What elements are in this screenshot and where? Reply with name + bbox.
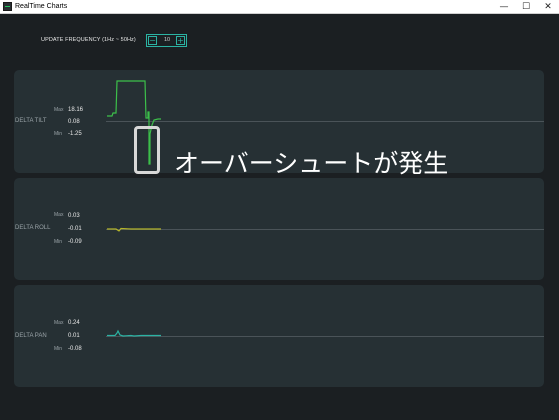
overshoot-marker (134, 126, 160, 174)
current-value: 0.01 (68, 333, 80, 339)
window-title: RealTime Charts (15, 3, 68, 10)
delta-pan-chart (107, 329, 161, 337)
title-bar: RealTime Charts — ☐ ✕ (0, 0, 559, 14)
max-value: 0.03 (68, 213, 80, 219)
min-label: Min (54, 131, 63, 137)
current-value: 0.08 (68, 119, 80, 125)
baseline (106, 121, 544, 122)
min-label: Min (54, 346, 63, 352)
close-button[interactable]: ✕ (537, 0, 559, 14)
app-icon (3, 2, 12, 11)
max-value: 18.16 (68, 107, 84, 113)
max-value: 0.24 (68, 320, 80, 326)
delta-pan-series (107, 329, 161, 337)
delta-pan-label: DELTA PAN (15, 333, 47, 339)
max-label: Max (54, 212, 64, 218)
delta-roll-series (107, 227, 161, 232)
increment-button[interactable]: + (176, 36, 185, 45)
frequency-stepper: − 10 + (146, 34, 187, 47)
current-value: -0.01 (68, 226, 82, 232)
delta-tilt-label: DELTA TILT (15, 118, 47, 124)
min-value: -0.09 (68, 239, 82, 245)
frequency-value[interactable]: 10 (159, 37, 175, 43)
min-value: -1.25 (68, 131, 82, 137)
delta-roll-chart (107, 227, 161, 232)
minimize-button[interactable]: — (493, 0, 515, 14)
delta-roll-panel: DELTA ROLL Max 0.03 -0.01 Min -0.09 (14, 178, 544, 280)
update-frequency-label: UPDATE FREQUENCY (1Hz ~ 50Hz) (41, 37, 136, 43)
min-value: -0.08 (68, 346, 82, 352)
baseline (106, 229, 544, 230)
max-label: Max (54, 320, 64, 326)
min-label: Min (54, 239, 63, 245)
max-label: Max (54, 107, 64, 113)
maximize-button[interactable]: ☐ (515, 0, 537, 14)
delta-roll-label: DELTA ROLL (15, 225, 51, 231)
decrement-button[interactable]: − (148, 36, 157, 45)
baseline (106, 336, 544, 337)
overshoot-annotation: オーバーシュートが発生 (174, 149, 449, 178)
delta-pan-panel: DELTA PAN Max 0.24 0.01 Min -0.08 (14, 285, 544, 387)
